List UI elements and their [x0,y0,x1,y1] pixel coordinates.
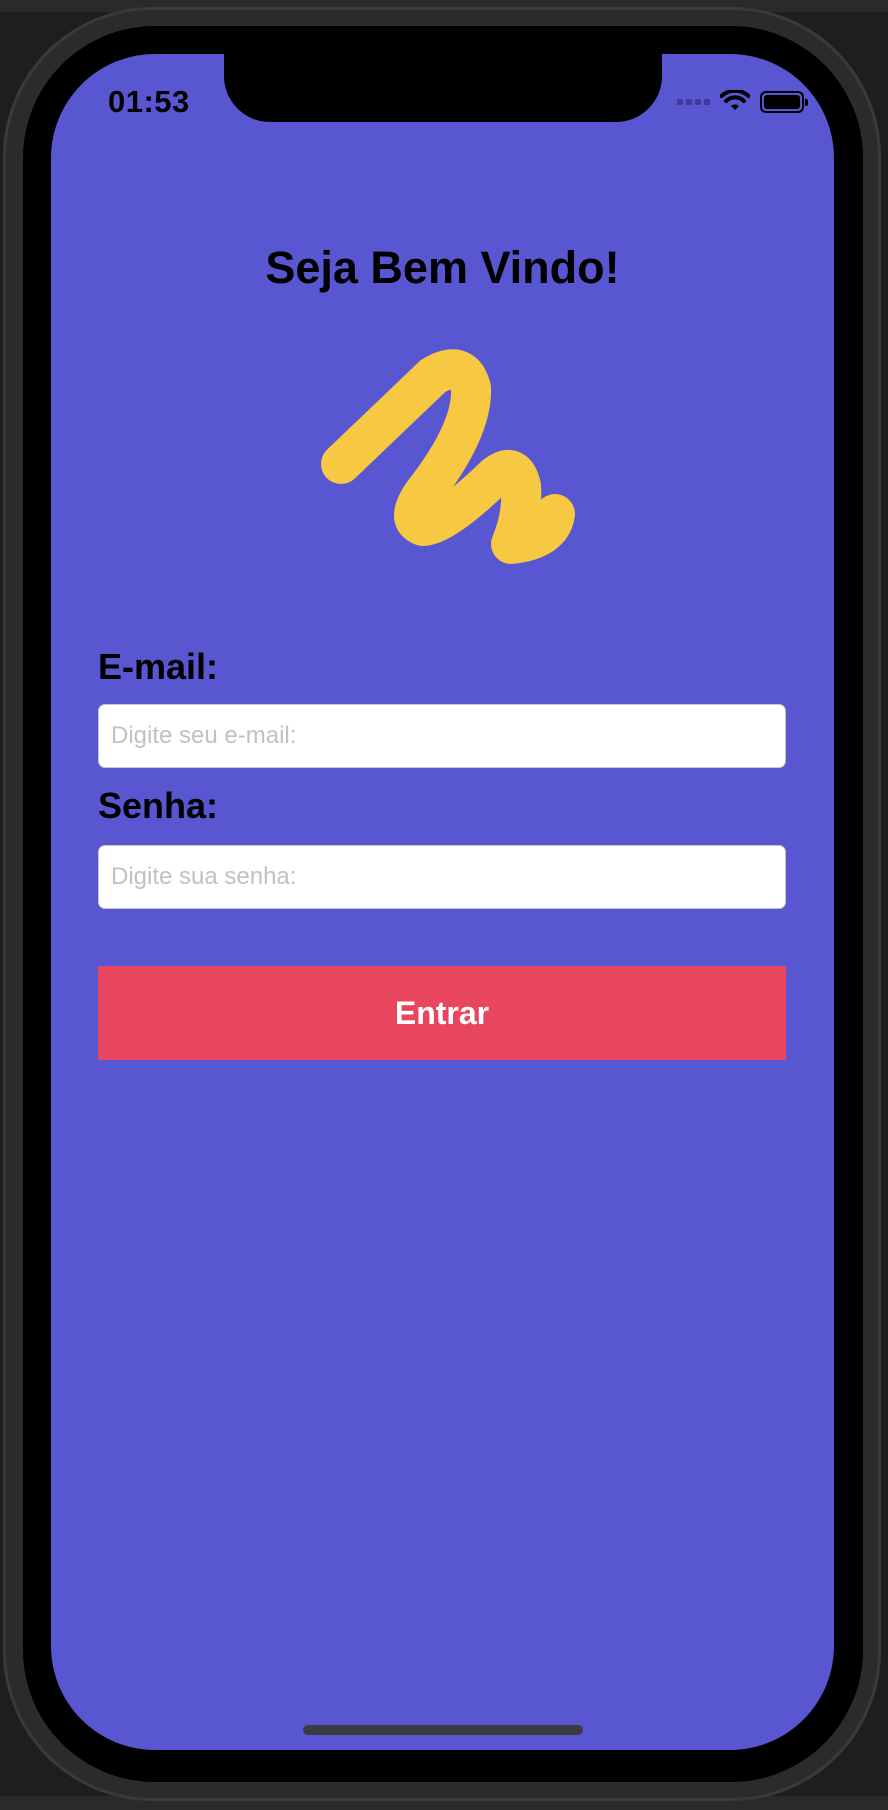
yellow-squiggle-logo-icon [321,349,575,564]
simulator-desktop: 01:53 Seja Bem Vindo! E-mail: Senha: Ent… [0,0,888,1810]
battery-icon [760,91,808,113]
cellular-signal-icon [677,99,710,105]
home-indicator[interactable] [303,1725,583,1735]
status-time: 01:53 [108,84,190,119]
status-icons [677,90,808,114]
page-title: Seja Bem Vindo! [265,242,620,293]
email-field[interactable] [98,704,786,768]
login-button[interactable]: Entrar [98,966,786,1060]
wifi-icon [720,90,750,110]
password-label: Senha: [98,785,219,826]
phone-screen: 01:53 Seja Bem Vindo! E-mail: Senha: Ent… [51,54,834,1750]
email-label: E-mail: [98,646,219,687]
notch [224,54,662,122]
password-field[interactable] [98,845,786,909]
